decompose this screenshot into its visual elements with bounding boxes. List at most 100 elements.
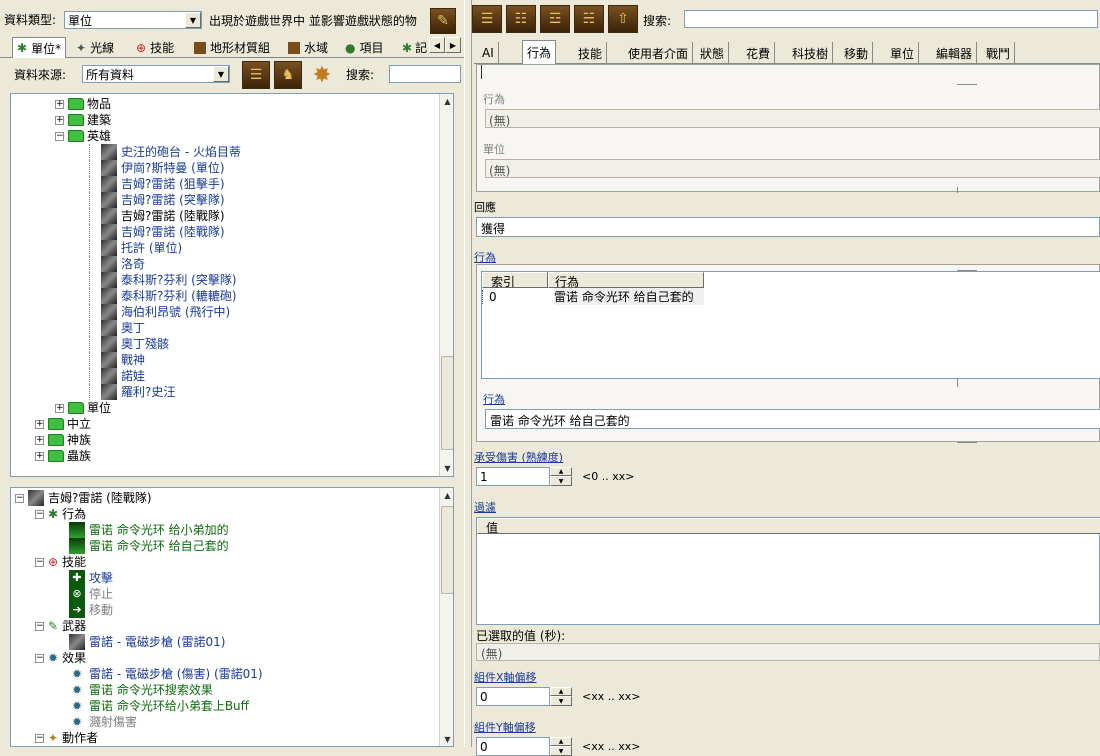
table-icon[interactable]: ☰: [472, 5, 502, 33]
expander-icon[interactable]: −: [35, 509, 44, 519]
damage-spinner[interactable]: ▲ ▼: [550, 467, 572, 486]
table-edit-icon[interactable]: ☲: [540, 5, 570, 33]
tree-effect-item[interactable]: ✹ 濺射傷害: [69, 714, 137, 730]
tab-items[interactable]: ● 項目: [345, 39, 384, 56]
expander-icon[interactable]: −: [35, 653, 44, 663]
expander-icon[interactable]: +: [55, 99, 64, 109]
tree-unit-item[interactable]: 史汪的砲台 - 火焰目蒂: [89, 144, 241, 160]
tab-water[interactable]: 水域: [288, 39, 328, 56]
creature-icon[interactable]: ♞: [274, 61, 302, 89]
filter-list[interactable]: 值: [476, 517, 1100, 625]
tree-folder[interactable]: + 建築: [55, 112, 111, 128]
tab-8[interactable]: 單位: [886, 42, 920, 64]
tree-unit-item[interactable]: 伊崗?斯特曼 (單位): [89, 160, 225, 176]
tree-effect-item[interactable]: ✹ 雷諾 - 電磁步槍 (傷害) (雷諾01): [69, 666, 263, 682]
tree-folder[interactable]: + 單位: [55, 400, 111, 416]
tab-units[interactable]: ✱ 單位*: [12, 37, 67, 58]
table-row[interactable]: 0 雷诺 命令光环 给自己套的: [482, 288, 704, 305]
tree-unit-item[interactable]: 奧丁: [89, 320, 145, 336]
offset-y-link[interactable]: 組件Y軸偏移: [474, 719, 536, 735]
tree-section-abilities[interactable]: − ⊕ 技能: [35, 554, 86, 570]
expander-icon[interactable]: −: [35, 621, 44, 631]
tree-scrollbar[interactable]: ▲ ▼: [439, 94, 453, 476]
tree-unit-item[interactable]: 奧丁殘骸: [89, 336, 169, 352]
right-search-input[interactable]: [684, 10, 1098, 28]
tree-unit-item[interactable]: 泰科斯?芬利 (突擊隊): [89, 272, 237, 288]
tree-unit-item[interactable]: 泰科斯?芬利 (轆轆砲): [89, 288, 237, 304]
expander-icon[interactable]: +: [55, 403, 64, 413]
tree-unit-item[interactable]: 羅利?史汪: [89, 384, 175, 400]
arrow-down-icon[interactable]: ▼: [440, 732, 453, 746]
source-search-input[interactable]: [389, 65, 461, 83]
tab-0[interactable]: AI: [478, 42, 499, 64]
spin-up-icon[interactable]: ▲: [550, 687, 572, 696]
table-sort-icon[interactable]: ☵: [574, 5, 604, 33]
table-up-icon[interactable]: ⇧: [608, 5, 638, 33]
col-behavior[interactable]: 行為: [548, 272, 704, 289]
spin-up-icon[interactable]: ▲: [550, 467, 572, 476]
tab-9[interactable]: 編輯器: [932, 42, 978, 64]
tree-view-icon[interactable]: ☰: [242, 61, 270, 89]
expander-icon[interactable]: −: [35, 557, 44, 567]
tab-4[interactable]: 狀態: [696, 42, 730, 64]
tree-section-behaviors[interactable]: − ✱ 行為: [35, 506, 86, 522]
tree-root[interactable]: − 吉姆?雷諾 (陸戰隊): [15, 490, 152, 506]
splitter[interactable]: [464, 0, 472, 747]
tree-section-weapons[interactable]: − ✎ 武器: [35, 618, 86, 634]
tab-1[interactable]: 行為: [522, 40, 557, 64]
tree-folder[interactable]: + 神族: [35, 432, 91, 448]
tree-ability-item[interactable]: ➔ 移動: [69, 602, 113, 618]
expander-icon[interactable]: +: [35, 419, 44, 429]
spin-down-icon[interactable]: ▼: [550, 696, 572, 706]
tree-unit-item[interactable]: 托許 (單位): [89, 240, 182, 256]
behavior-field[interactable]: (無): [485, 109, 1100, 128]
tree-unit-item[interactable]: 吉姆?雷諾 (突擊隊): [89, 192, 225, 208]
tree-section-effects[interactable]: − ✹ 效果: [35, 650, 86, 666]
tree-folder[interactable]: + 蟲族: [35, 448, 91, 464]
burst-icon[interactable]: ✸: [306, 60, 338, 90]
expander-icon[interactable]: −: [15, 493, 24, 503]
tree-folder[interactable]: − 英雄: [55, 128, 111, 144]
offset-x-link[interactable]: 組件X軸偏移: [474, 669, 537, 685]
tab-abilities[interactable]: ⊕ 技能: [136, 39, 174, 56]
type-select[interactable]: 單位 ▼: [64, 11, 202, 29]
tree-behavior-item[interactable]: 雷诺 命令光环 给自己套的: [69, 538, 229, 554]
tree-effect-item[interactable]: ✹ 雷诺 命令光环给小弟套上Buff: [69, 698, 249, 714]
scroll-icon[interactable]: ✎: [430, 8, 456, 34]
expander-icon[interactable]: +: [35, 451, 44, 461]
expander-icon[interactable]: −: [35, 733, 44, 743]
expander-icon[interactable]: +: [55, 115, 64, 125]
expander-icon[interactable]: +: [35, 435, 44, 445]
offset-x-input[interactable]: 0: [476, 687, 550, 706]
chevron-down-icon[interactable]: ▼: [185, 12, 201, 28]
source-select[interactable]: 所有資料 ▼: [82, 65, 230, 83]
tab-3[interactable]: 使用者介面: [624, 42, 694, 64]
scrollbar-thumb[interactable]: [441, 506, 453, 594]
scrollbar-thumb[interactable]: [441, 356, 453, 450]
behavior-link-2[interactable]: 行為: [483, 391, 505, 407]
tree-unit-item[interactable]: 戰神: [89, 352, 145, 368]
behaviors-link[interactable]: 行為: [474, 249, 496, 265]
tree-unit-item[interactable]: 海伯利昂號 (飛行中): [89, 304, 230, 320]
tree-unit-item[interactable]: 吉姆?雷諾 (狙擊手): [89, 176, 225, 192]
tab-terrain[interactable]: 地形材質組: [194, 39, 270, 56]
chevron-down-icon[interactable]: ▼: [213, 66, 229, 82]
filter-link[interactable]: 過濾: [474, 499, 496, 515]
damage-input[interactable]: 1: [476, 467, 550, 486]
tree-effect-item[interactable]: ✹ 雷诺 命令光环搜索效果: [69, 682, 213, 698]
tab-2[interactable]: 技能: [574, 42, 608, 64]
tree-unit-item[interactable]: 吉姆?雷諾 (陸戰隊): [89, 208, 225, 224]
tree-ability-item[interactable]: ✚ 攻擊: [69, 570, 113, 586]
spin-down-icon[interactable]: ▼: [550, 476, 572, 486]
spin-up-icon[interactable]: ▲: [550, 737, 572, 746]
expander-icon[interactable]: −: [55, 131, 64, 141]
tree-ability-item[interactable]: ⊗ 停止: [69, 586, 113, 602]
unit-field[interactable]: (無): [485, 159, 1100, 178]
tab-5[interactable]: 花費: [742, 42, 776, 64]
arrow-down-icon[interactable]: ▼: [440, 461, 453, 476]
col-index[interactable]: 索引: [482, 272, 548, 289]
arrow-left-icon[interactable]: ◀: [429, 37, 445, 53]
behavior-field-2[interactable]: 雷诺 命令光环 给自己套的: [485, 409, 1100, 429]
response-field[interactable]: 獲得: [476, 217, 1100, 237]
tree-unit-item[interactable]: 洛奇: [89, 256, 145, 272]
